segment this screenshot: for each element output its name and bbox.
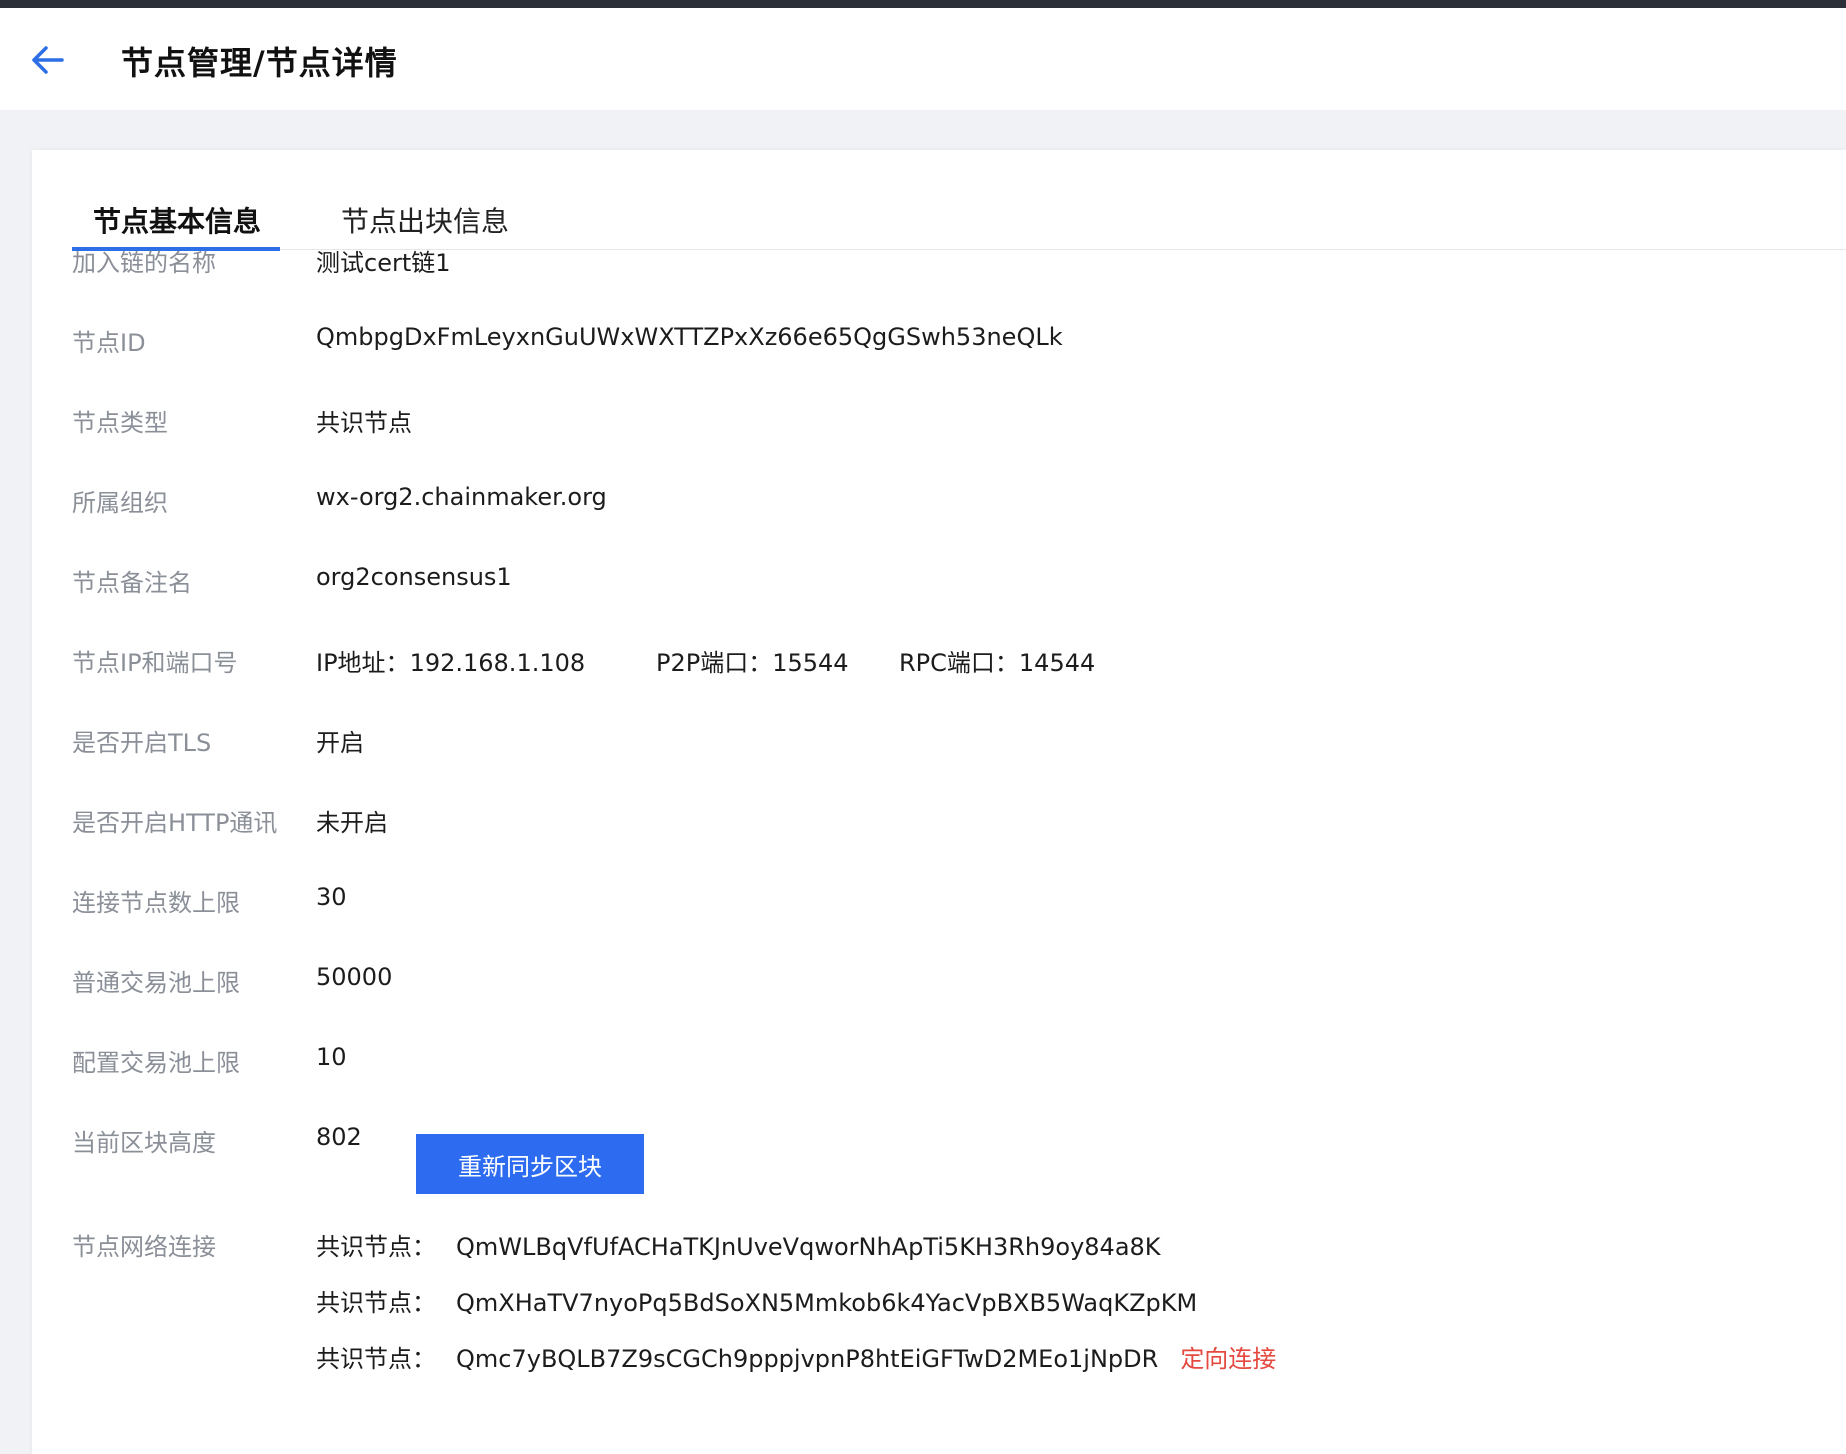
connection-id: QmWLBqVfUfACHaTKJnUveVqworNhApTi5KH3Rh9o…	[456, 1233, 1161, 1261]
connection-type: 共识节点：	[316, 1289, 436, 1317]
tls-value: 开启	[316, 729, 364, 757]
block-height-value: 802	[316, 1123, 362, 1151]
max-conn-value: 30	[316, 883, 347, 911]
rpc-port-label: RPC端口：	[899, 649, 1019, 677]
back-arrow-icon[interactable]	[30, 44, 64, 76]
connection-type: 共识节点：	[316, 1345, 436, 1373]
detail-card: 节点基本信息 节点出块信息 加入链的名称 测试cert链1 节点ID Qmbpg…	[32, 150, 1846, 1454]
rpc-port-value: 14544	[1018, 649, 1096, 677]
row-network: 节点网络连接 共识节点： QmWLBqVfUfACHaTKJnUveVqworNh…	[72, 1227, 1812, 1387]
chain-name-value: 测试cert链1	[316, 249, 451, 277]
top-bar	[0, 0, 1846, 8]
connection-type: 共识节点：	[316, 1233, 436, 1261]
node-type-value: 共识节点	[316, 409, 412, 437]
node-type-label: 节点类型	[72, 409, 168, 437]
node-id-label: 节点ID	[72, 329, 146, 357]
http-value: 未开启	[316, 809, 388, 837]
connection-item: 共识节点： QmXHaTV7nyoPq5BdSoXN5Mmkob6k4YacVpB…	[316, 1283, 1197, 1318]
chain-name-label: 加入链的名称	[72, 249, 216, 277]
p2p-port-value: 15544	[772, 649, 849, 677]
connection-id: QmXHaTV7nyoPq5BdSoXN5Mmkob6k4YacVpBXB5Wa…	[456, 1289, 1198, 1317]
page-header: 节点管理/节点详情	[0, 8, 1846, 110]
p2p-port-group: P2P端口：15544	[656, 643, 849, 678]
node-id-value: QmbpgDxFmLeyxnGuUWxWXTTZPxXz66e65QgGSwh5…	[316, 323, 1063, 351]
row-block-height: 当前区块高度 802 重新同步区块	[72, 1123, 1812, 1203]
block-height-label: 当前区块高度	[72, 1129, 216, 1157]
ip-address-group: IP地址：192.168.1.108	[316, 643, 585, 678]
p2p-port-label: P2P端口：	[656, 649, 773, 677]
network-label: 节点网络连接	[72, 1233, 216, 1261]
org-value: wx-org2.chainmaker.org	[316, 483, 607, 511]
tab-block-info-label: 节点出块信息	[341, 205, 510, 238]
http-label: 是否开启HTTP通讯	[72, 809, 278, 837]
org-label: 所属组织	[72, 489, 168, 517]
rpc-port-group: RPC端口：14544	[899, 643, 1095, 678]
page-title: 节点管理/节点详情	[121, 44, 398, 82]
connection-item: 共识节点： Qmc7yBQLB7Z9sCGCh9pppjvpnP8htEiGFTw…	[316, 1339, 1276, 1374]
tx-pool-value: 50000	[316, 963, 393, 991]
connection-item: 共识节点： QmWLBqVfUfACHaTKJnUveVqworNhApTi5KH…	[316, 1227, 1161, 1262]
max-conn-label: 连接节点数上限	[72, 889, 240, 917]
ip-address-value: 192.168.1.108	[409, 649, 586, 677]
tls-label: 是否开启TLS	[72, 729, 212, 757]
remark-value: org2consensus1	[316, 563, 512, 591]
tab-basic-info-label: 节点基本信息	[93, 205, 262, 238]
ip-address-label: IP地址：	[316, 649, 410, 677]
config-pool-label: 配置交易池上限	[72, 1049, 240, 1077]
remark-label: 节点备注名	[72, 569, 192, 597]
connection-id: Qmc7yBQLB7Z9sCGCh9pppjvpnP8htEiGFTwD2MEo…	[456, 1345, 1159, 1373]
config-pool-value: 10	[316, 1043, 347, 1071]
tx-pool-label: 普通交易池上限	[72, 969, 240, 997]
resync-block-button[interactable]: 重新同步区块	[416, 1134, 644, 1194]
redirect-connect-link[interactable]: 定向连接	[1180, 1345, 1276, 1373]
ip-ports-label: 节点IP和端口号	[72, 649, 238, 677]
